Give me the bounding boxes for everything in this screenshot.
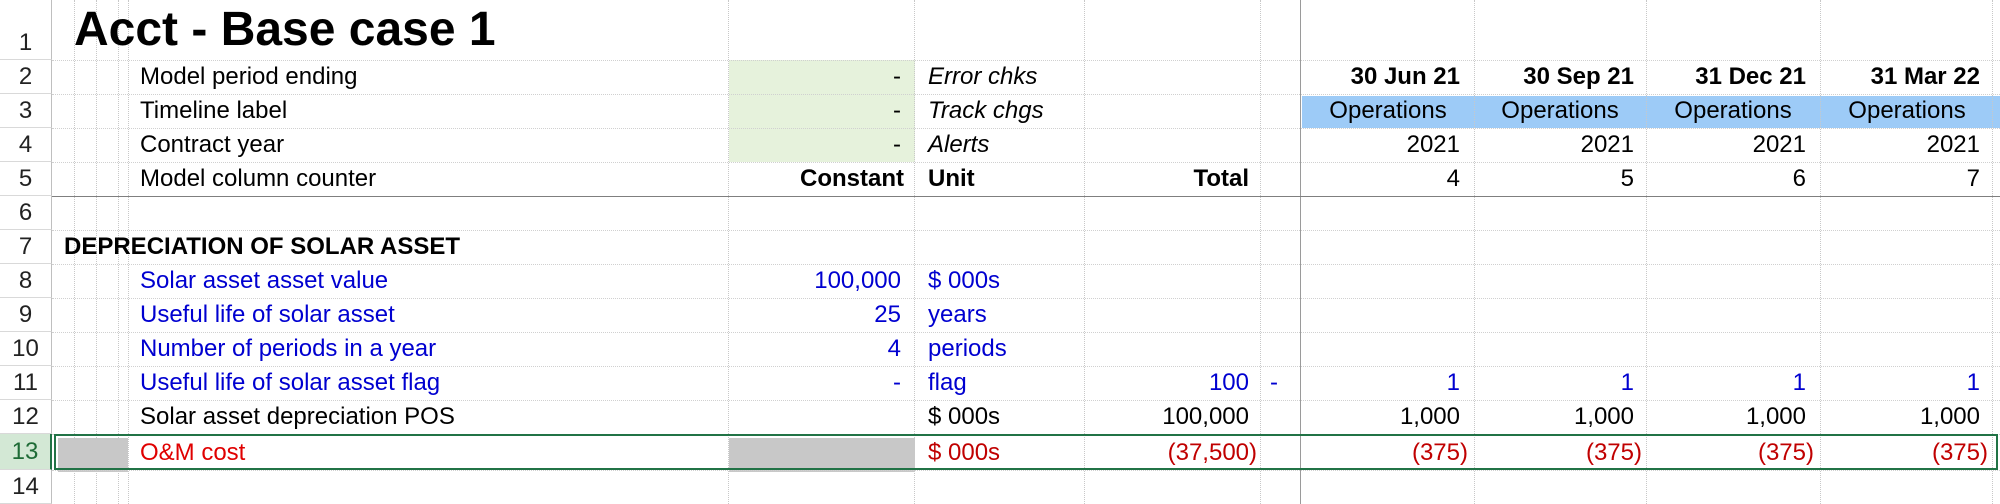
extra-useful-life-flag[interactable]: -: [1270, 366, 1278, 400]
label-depreciation-pos[interactable]: Solar asset depreciation POS: [140, 400, 455, 434]
unit-useful-life-flag[interactable]: flag: [928, 366, 967, 400]
label-solar-asset-value[interactable]: Solar asset asset value: [140, 264, 388, 298]
constant-periods-per-year[interactable]: 4: [729, 332, 901, 366]
constant-useful-life-flag[interactable]: -: [729, 366, 901, 400]
period-year-2[interactable]: 2021: [1476, 128, 1634, 162]
period-label-4[interactable]: Operations: [1820, 94, 1994, 128]
gridline-col-f: [914, 0, 915, 504]
label-om-cost[interactable]: O&M cost: [140, 436, 245, 470]
flag-value-1[interactable]: 1: [1302, 366, 1460, 400]
label-periods-per-year[interactable]: Number of periods in a year: [140, 332, 436, 366]
om-cost-value-1[interactable]: (375): [1302, 436, 1468, 470]
row-number-4[interactable]: 4: [0, 128, 52, 162]
label-model-period-ending[interactable]: Model period ending: [140, 60, 358, 94]
label-useful-life-flag[interactable]: Useful life of solar asset flag: [140, 366, 440, 400]
header-unit[interactable]: Unit: [928, 162, 975, 196]
row-number-11[interactable]: 11: [0, 366, 52, 400]
period-counter-4[interactable]: 7: [1822, 162, 1980, 196]
period-counter-2[interactable]: 5: [1476, 162, 1634, 196]
period-date-3[interactable]: 31 Dec 21: [1648, 60, 1806, 94]
flag-value-3[interactable]: 1: [1648, 366, 1806, 400]
period-date-4[interactable]: 31 Mar 22: [1822, 60, 1980, 94]
total-useful-life-flag[interactable]: 100: [1085, 366, 1249, 400]
total-depreciation-pos[interactable]: 100,000: [1085, 400, 1249, 434]
depreciation-value-2[interactable]: 1,000: [1476, 400, 1634, 434]
section-title[interactable]: DEPRECIATION OF SOLAR ASSET: [64, 230, 460, 264]
depreciation-value-4[interactable]: 1,000: [1822, 400, 1980, 434]
track-changes-label[interactable]: Track chgs: [928, 94, 1044, 128]
gridline-row-14: [52, 470, 2000, 471]
total-om-cost[interactable]: (37,500): [1085, 436, 1257, 470]
depreciation-value-3[interactable]: 1,000: [1648, 400, 1806, 434]
label-useful-life[interactable]: Useful life of solar asset: [140, 298, 395, 332]
period-label-1[interactable]: Operations: [1302, 94, 1474, 128]
depreciation-value-1[interactable]: 1,000: [1302, 400, 1460, 434]
row-number-5[interactable]: 5: [0, 162, 52, 196]
unit-useful-life[interactable]: years: [928, 298, 987, 332]
om-cost-value-2[interactable]: (375): [1476, 436, 1642, 470]
row-number-8[interactable]: 8: [0, 264, 52, 298]
error-checks-label[interactable]: Error chks: [928, 60, 1037, 94]
freeze-pane-line: [1300, 0, 1301, 504]
unit-depreciation-pos[interactable]: $ 000s: [928, 400, 1000, 434]
unit-periods-per-year[interactable]: periods: [928, 332, 1007, 366]
unit-solar-asset-value[interactable]: $ 000s: [928, 264, 1000, 298]
row-number-14[interactable]: 14: [0, 470, 52, 504]
gridline-col-j: [1474, 0, 1475, 504]
value-contract-year[interactable]: -: [729, 128, 901, 162]
spreadsheet-grid[interactable]: 1 2 3 4 5 6 7 8 9 10 11 12 13 14 Acct - …: [0, 0, 2000, 504]
unit-om-cost[interactable]: $ 000s: [928, 436, 1000, 470]
gridline-col-k: [1646, 0, 1647, 504]
row-number-2[interactable]: 2: [0, 60, 52, 94]
label-timeline[interactable]: Timeline label: [140, 94, 287, 128]
sheet-title[interactable]: Acct - Base case 1: [74, 2, 496, 58]
om-cost-value-3[interactable]: (375): [1648, 436, 1814, 470]
header-total[interactable]: Total: [1085, 162, 1249, 196]
gridline-col-l: [1820, 0, 1821, 504]
value-model-period-ending[interactable]: -: [729, 60, 901, 94]
row-number-9[interactable]: 9: [0, 298, 52, 332]
constant-solar-asset-value[interactable]: 100,000: [729, 264, 901, 298]
flag-value-4[interactable]: 1: [1822, 366, 1980, 400]
period-date-2[interactable]: 30 Sep 21: [1476, 60, 1634, 94]
period-counter-1[interactable]: 4: [1302, 162, 1460, 196]
row-number-7[interactable]: 7: [0, 230, 52, 264]
flag-value-2[interactable]: 1: [1476, 366, 1634, 400]
row-number-6[interactable]: 6: [0, 196, 52, 230]
row-number-12[interactable]: 12: [0, 400, 52, 434]
row-number-13[interactable]: 13: [0, 434, 52, 470]
period-label-3[interactable]: Operations: [1646, 94, 1820, 128]
label-contract-year[interactable]: Contract year: [140, 128, 284, 162]
alerts-label[interactable]: Alerts: [928, 128, 989, 162]
constant-useful-life[interactable]: 25: [729, 298, 901, 332]
header-constant[interactable]: Constant: [729, 162, 904, 196]
gridline-col-m: [1992, 0, 1993, 504]
om-cost-value-4[interactable]: (375): [1822, 436, 1988, 470]
row-number-10[interactable]: 10: [0, 332, 52, 366]
label-column-counter[interactable]: Model column counter: [140, 162, 376, 196]
period-year-3[interactable]: 2021: [1648, 128, 1806, 162]
period-counter-3[interactable]: 6: [1648, 162, 1806, 196]
gridline-col-h: [1260, 0, 1261, 504]
period-year-1[interactable]: 2021: [1302, 128, 1460, 162]
header-bottom-border: [52, 196, 2000, 197]
period-label-2[interactable]: Operations: [1474, 94, 1646, 128]
row-number-1[interactable]: 1: [0, 0, 52, 60]
period-year-4[interactable]: 2021: [1822, 128, 1980, 162]
value-timeline[interactable]: -: [729, 94, 901, 128]
row-number-3[interactable]: 3: [0, 94, 52, 128]
period-date-1[interactable]: 30 Jun 21: [1302, 60, 1460, 94]
